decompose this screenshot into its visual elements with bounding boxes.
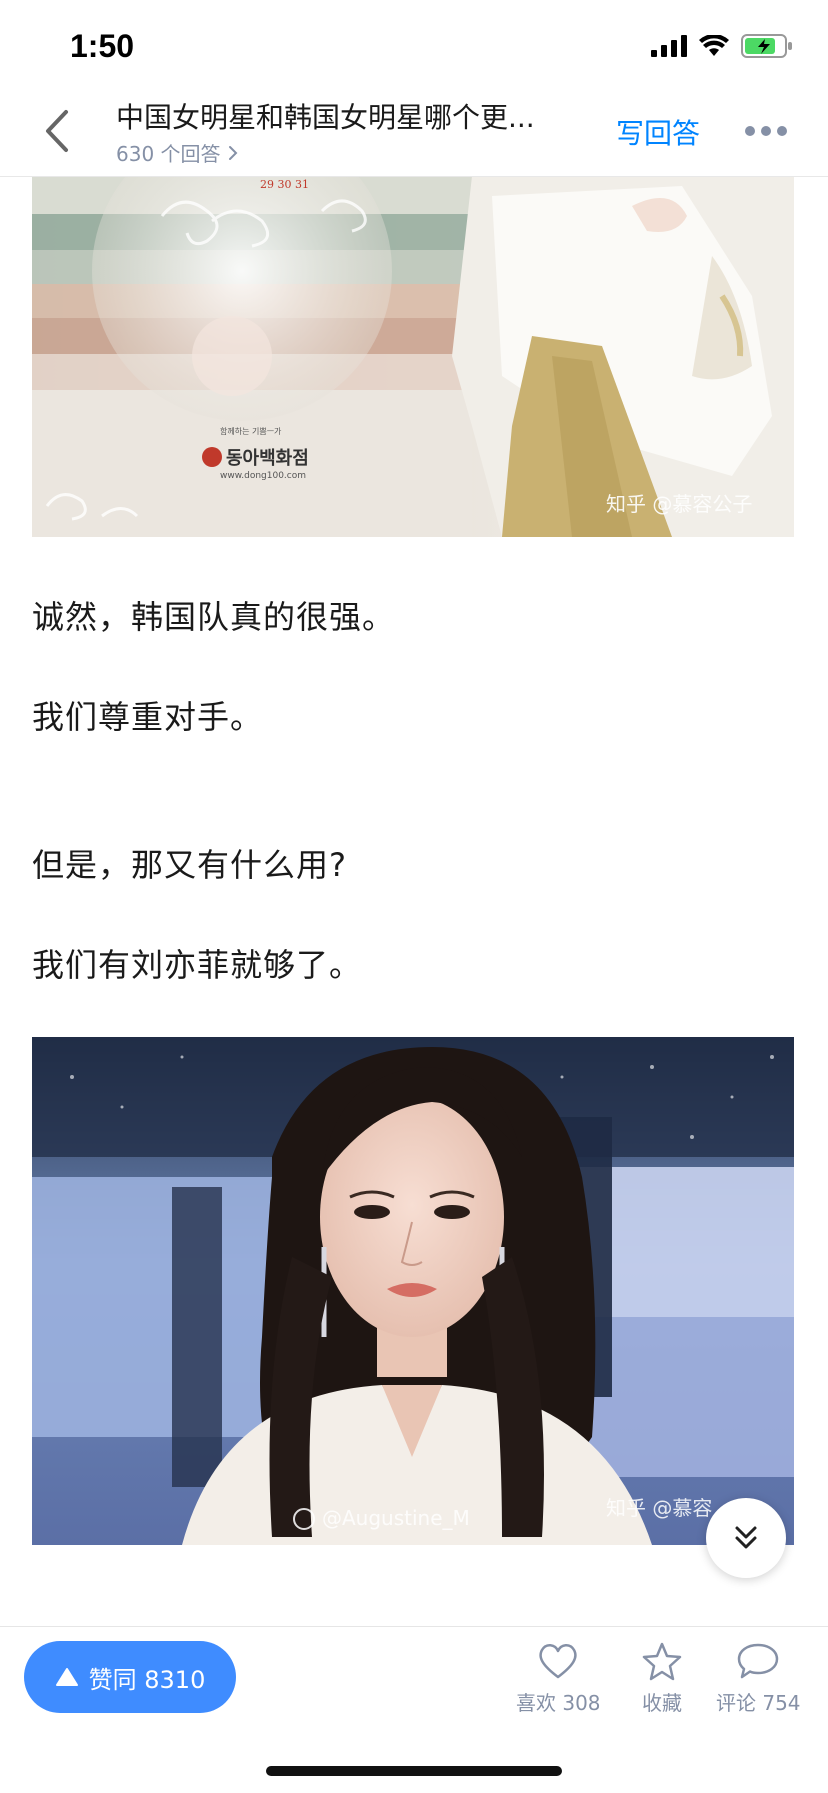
paragraph-3: 但是，那又有什么用? bbox=[32, 846, 347, 884]
question-header: 中国女明星和韩国女明星哪个更... 630 个回答 写回答 bbox=[0, 92, 828, 177]
home-indicator bbox=[266, 1766, 562, 1776]
heart-icon bbox=[539, 1644, 577, 1679]
brand-small-text: 함께하는 기쁨ㅡ가 bbox=[220, 426, 282, 436]
back-chevron-icon[interactable] bbox=[38, 106, 78, 156]
like-label: 喜欢 308 bbox=[516, 1691, 601, 1715]
calendar-dates: 29 30 31 bbox=[260, 178, 309, 191]
chevron-right-icon bbox=[228, 145, 237, 160]
paragraph-1: 诚然，韩国队真的很强。 bbox=[32, 598, 396, 636]
star-icon bbox=[642, 1642, 682, 1681]
more-dots-icon[interactable] bbox=[744, 124, 788, 138]
scroll-down-button[interactable] bbox=[706, 1498, 786, 1578]
answer-image-2[interactable]: @Augustine_M 知乎 @慕容 bbox=[32, 1037, 794, 1545]
brand-name: 동아백화점 bbox=[226, 448, 309, 469]
comment-bubble-icon bbox=[738, 1643, 779, 1679]
status-time: 1:50 bbox=[70, 28, 135, 64]
scroll-down-icon bbox=[735, 1526, 757, 1549]
collect-label: 收藏 bbox=[642, 1691, 682, 1715]
status-icons bbox=[651, 34, 793, 58]
hanbok-calendar-illustration: 29 30 31 함께하는 기쁨ㅡ가 동아백화점 www.dong100.com… bbox=[32, 176, 794, 537]
answer-image-1[interactable]: 29 30 31 함께하는 기쁨ㅡ가 동아백화점 www.dong100.com… bbox=[32, 176, 794, 537]
portrait-photo: @Augustine_M 知乎 @慕容 bbox=[32, 1037, 794, 1545]
upvote-label: 赞同 8310 bbox=[88, 1665, 206, 1694]
battery-icon bbox=[741, 34, 792, 58]
question-title[interactable]: 中国女明星和韩国女明星哪个更... bbox=[116, 96, 576, 136]
answer-count: 630 个回答 bbox=[116, 142, 221, 166]
wifi-icon bbox=[699, 35, 729, 56]
write-answer-button[interactable]: 写回答 bbox=[616, 112, 700, 152]
zhihu-watermark-1: 知乎 @慕容公子 bbox=[606, 492, 752, 516]
signal-icon bbox=[651, 35, 687, 57]
paragraph-2: 我们尊重对手。 bbox=[32, 698, 264, 736]
comment-label: 评论 754 bbox=[716, 1691, 801, 1715]
answer-count-link[interactable]: 630 个回答 bbox=[116, 138, 239, 167]
zhihu-watermark-2: 知乎 @慕容 bbox=[606, 1496, 712, 1520]
upvote-button[interactable]: 赞同 8310 bbox=[24, 1641, 236, 1713]
brand-url: www.dong100.com bbox=[220, 471, 306, 481]
weibo-watermark: @Augustine_M bbox=[322, 1506, 470, 1530]
comment-button[interactable]: 评论 754 bbox=[716, 1641, 801, 1716]
status-bar: 1:50 bbox=[0, 0, 828, 92]
like-button[interactable]: 喜欢 308 bbox=[516, 1641, 601, 1716]
collect-button[interactable]: 收藏 bbox=[640, 1641, 684, 1716]
paragraph-4: 我们有刘亦菲就够了。 bbox=[32, 946, 363, 984]
upvote-triangle-icon bbox=[55, 1668, 78, 1686]
